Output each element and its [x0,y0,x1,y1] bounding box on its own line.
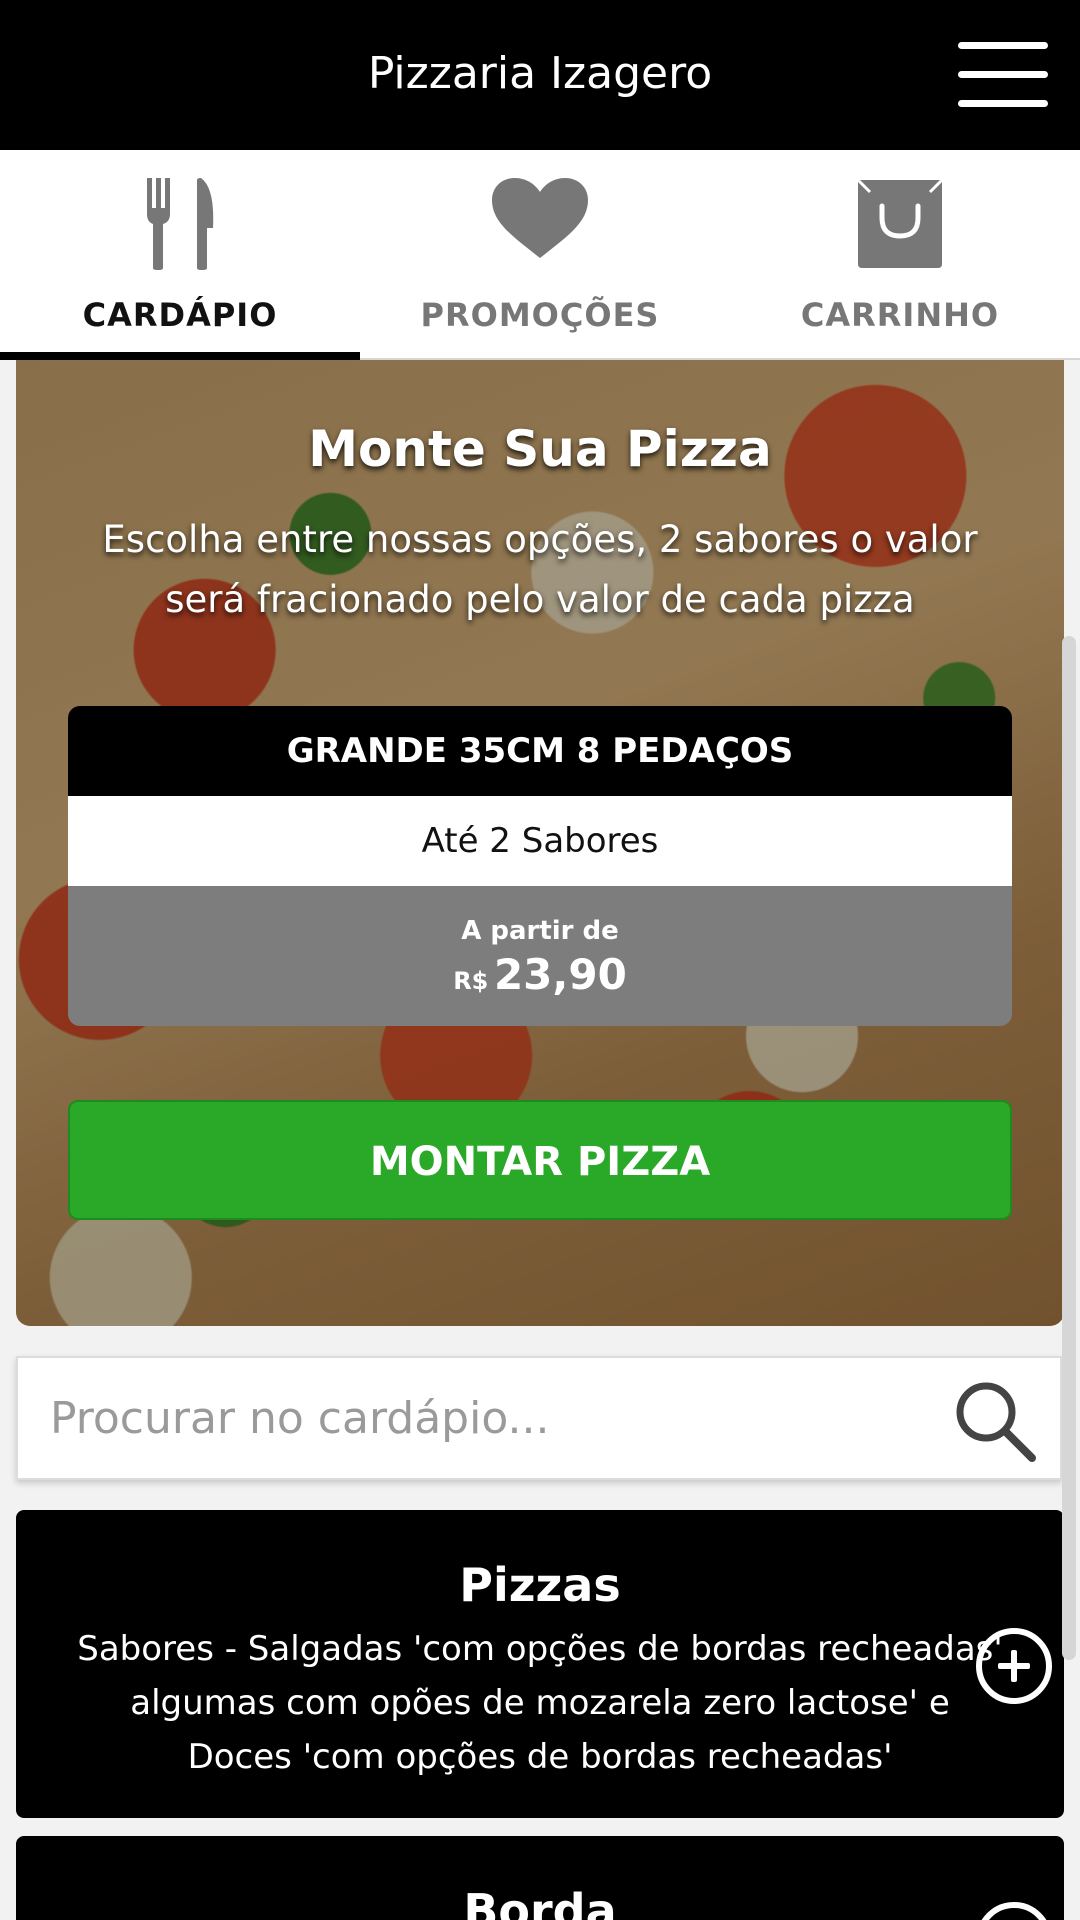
price: R$ 23,90 [68,950,1012,999]
heart-icon [360,178,720,278]
hamburger-menu-icon[interactable] [958,40,1052,110]
scrollbar[interactable] [1062,636,1076,1660]
active-tab-indicator [0,352,360,360]
price-box: A partir de R$ 23,90 [68,886,1012,1026]
category-name: Borda [463,1884,617,1920]
category-borda[interactable]: Borda [16,1836,1064,1920]
search-input[interactable] [50,1358,930,1478]
tab-cardapio-label: CARDÁPIO [82,296,278,334]
build-pizza-button[interactable]: MONTAR PIZZA [68,1100,1012,1220]
tab-carrinho-label: CARRINHO [800,296,1000,334]
category-name: Pizzas [459,1558,621,1612]
category-pizzas[interactable]: Pizzas Sabores - Salgadas 'com opções de… [16,1510,1064,1818]
banner-title: Monte Sua Pizza [308,420,772,478]
build-pizza-banner: Monte Sua Pizza Escolha entre nossas opç… [16,360,1064,1326]
app-title: Pizzaria Izagero [367,48,713,99]
menu-search-bar [16,1356,1062,1480]
flavors-label: Até 2 Sabores [68,796,1012,886]
currency-symbol: R$ [453,967,489,995]
tab-cardapio[interactable]: CARDÁPIO [0,150,360,360]
tab-promocoes[interactable]: PROMOÇÕES [360,150,720,358]
tab-carrinho[interactable]: CARRINHO [720,150,1080,358]
category-description: Sabores - Salgadas 'com opções de bordas… [77,1629,1003,1777]
expand-plus-icon[interactable] [976,1628,1052,1704]
fork-knife-icon [0,178,360,278]
tab-bar: CARDÁPIO PROMOÇÕES CARRINHO [0,150,1080,360]
size-label: GRANDE 35CM 8 PEDAÇOS [68,706,1012,796]
shopping-bag-icon [720,178,1080,278]
pizza-size-card[interactable]: GRANDE 35CM 8 PEDAÇOS Até 2 Sabores A pa… [68,706,1012,1026]
app-header: Pizzaria Izagero [0,0,1080,150]
price-value: 23,90 [493,950,627,999]
tab-promocoes-label: PROMOÇÕES [420,296,660,334]
banner-description: Escolha entre nossas opções, 2 sabores o… [102,518,978,621]
from-label: A partir de [461,916,619,946]
search-icon[interactable] [954,1380,1036,1462]
